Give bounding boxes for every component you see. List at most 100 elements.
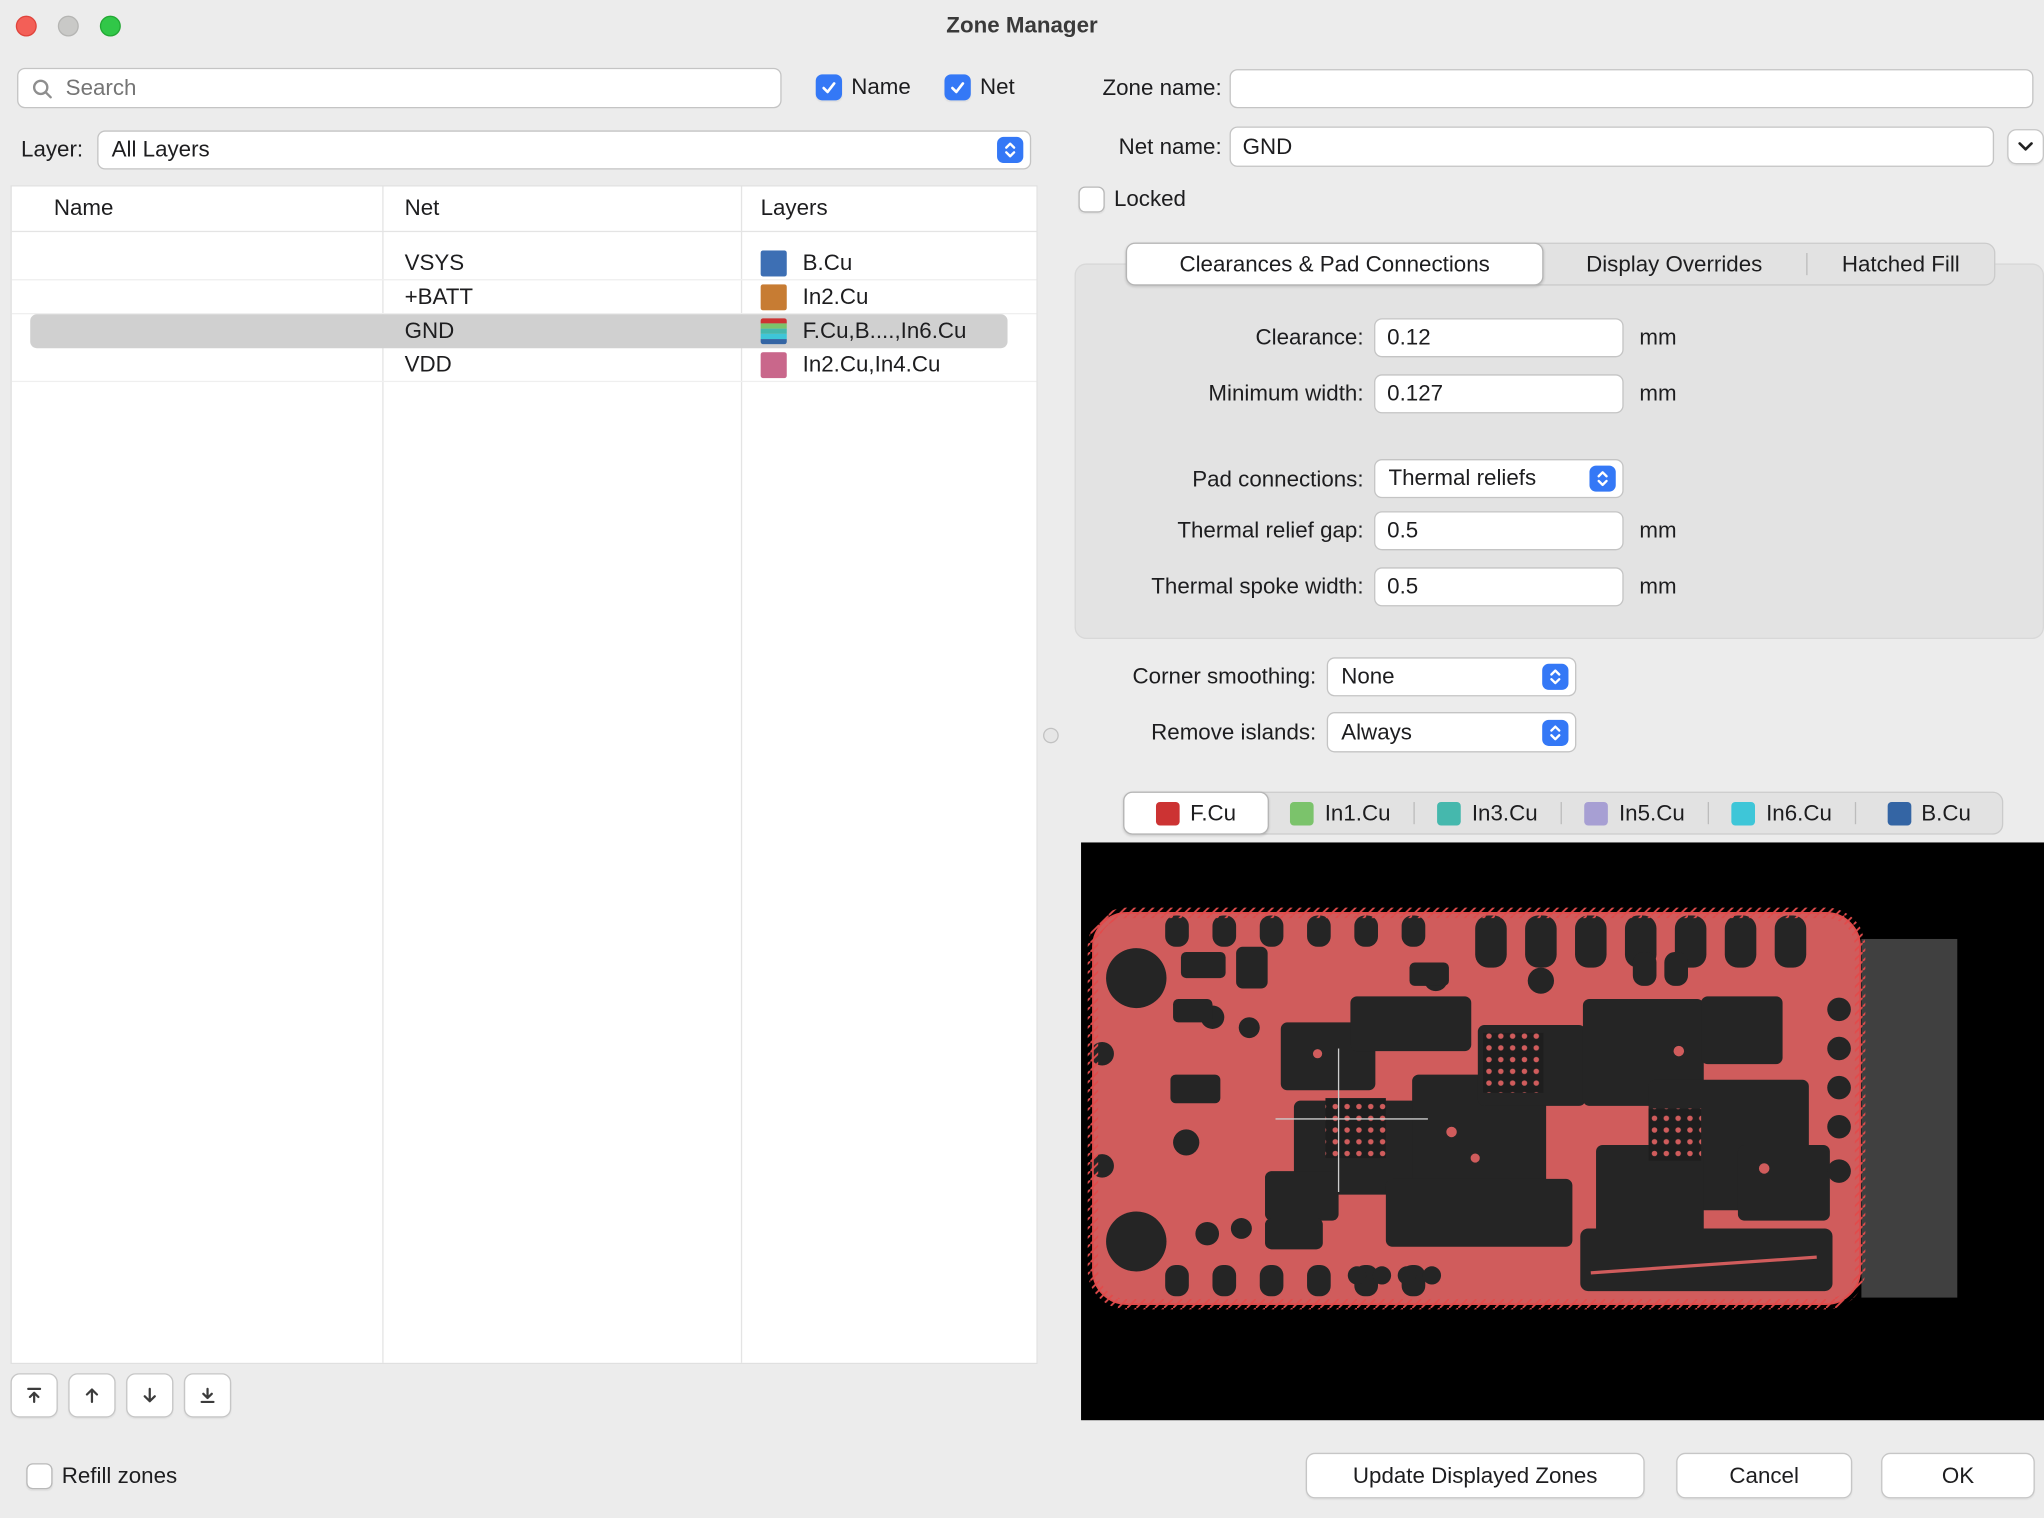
layer-tab-in3cu[interactable]: In3.Cu xyxy=(1415,793,1561,833)
refill-zones-label: Refill zones xyxy=(62,1463,177,1489)
up-down-chevrons-icon xyxy=(1542,719,1568,745)
zone-manager-window: Zone Manager Name Net Layer: All Layers xyxy=(0,0,2044,1518)
layer-color-swatch xyxy=(1156,801,1180,824)
title-bar: Zone Manager xyxy=(0,0,2044,52)
up-down-chevrons-icon xyxy=(1542,664,1568,690)
corner-smoothing-select[interactable]: None xyxy=(1327,657,1577,696)
layer-tab-label: In6.Cu xyxy=(1766,800,1832,826)
layer-tab-label: B.Cu xyxy=(1921,800,1971,826)
layer-tab-in5cu[interactable]: In5.Cu xyxy=(1562,793,1708,833)
layer-tab-in1cu[interactable]: In1.Cu xyxy=(1268,793,1414,833)
layer-tab-fcu[interactable]: F.Cu xyxy=(1123,792,1269,835)
refill-zones-checkbox[interactable]: Refill zones xyxy=(26,1463,177,1489)
zone-name-label: Zone name: xyxy=(1025,76,1222,102)
clearance-input[interactable] xyxy=(1374,318,1624,357)
minimum-width-unit: mm xyxy=(1639,381,1676,407)
clearance-label: Clearance: xyxy=(1090,325,1363,351)
search-icon xyxy=(30,77,54,100)
move-to-bottom-icon xyxy=(197,1385,218,1406)
splitter-handle[interactable] xyxy=(1043,728,1059,744)
table-row-selected[interactable]: GND F.Cu,B....,In6.Cu xyxy=(12,314,1037,348)
net-cell: VDD xyxy=(405,348,452,382)
zone-preview-canvas[interactable] xyxy=(1081,842,2044,1420)
checkbox-checked-icon xyxy=(944,74,970,100)
window-title: Zone Manager xyxy=(0,13,2044,39)
zones-table: Name Net Layers VSYS B.Cu +BATT In2.Cu G… xyxy=(11,185,1038,1364)
net-name-input[interactable] xyxy=(1230,126,1995,166)
settings-tabbar: Clearances & Pad Connections Display Ove… xyxy=(1126,243,1996,286)
net-cell: VSYS xyxy=(405,246,465,280)
table-row[interactable]: +BATT In2.Cu xyxy=(12,280,1037,314)
tab-clearances-pad-connections[interactable]: Clearances & Pad Connections xyxy=(1126,243,1544,286)
header-divider xyxy=(12,231,1037,232)
layer-filter-select[interactable]: All Layers xyxy=(97,130,1031,169)
checkbox-unchecked-icon xyxy=(26,1463,52,1489)
layer-color-swatch xyxy=(1887,801,1911,824)
layer-tab-label: F.Cu xyxy=(1190,800,1236,826)
net-cell: +BATT xyxy=(405,280,473,314)
remove-islands-value: Always xyxy=(1341,719,1412,745)
column-header-name[interactable]: Name xyxy=(54,186,114,230)
checkbox-checked-icon xyxy=(816,74,842,100)
corner-smoothing-value: None xyxy=(1341,664,1394,690)
layer-tab-label: In1.Cu xyxy=(1325,800,1391,826)
cancel-button[interactable]: Cancel xyxy=(1676,1453,1852,1499)
remove-islands-label: Remove islands: xyxy=(1038,720,1316,746)
clearance-unit: mm xyxy=(1639,325,1676,351)
locked-label: Locked xyxy=(1114,186,1186,212)
net-filter-label: Net xyxy=(980,74,1015,100)
ok-button[interactable]: OK xyxy=(1881,1453,2035,1499)
locked-checkbox[interactable]: Locked xyxy=(1078,186,1185,212)
net-filter-checkbox[interactable]: Net xyxy=(944,74,1014,100)
remove-islands-select[interactable]: Always xyxy=(1327,712,1577,752)
zone-name-input[interactable] xyxy=(1230,69,2034,108)
layer-tab-in6cu[interactable]: In6.Cu xyxy=(1709,793,1855,833)
layer-color-swatch xyxy=(1732,801,1756,824)
layers-cell: In2.Cu xyxy=(803,280,869,314)
layer-color-swatch xyxy=(761,318,787,344)
table-row[interactable]: VDD In2.Cu,In4.Cu xyxy=(12,348,1037,382)
net-name-dropdown-button[interactable] xyxy=(2007,129,2044,164)
table-row[interactable]: VSYS B.Cu xyxy=(12,246,1037,280)
thermal-spoke-width-unit: mm xyxy=(1639,574,1676,600)
name-filter-checkbox[interactable]: Name xyxy=(816,74,911,100)
thermal-spoke-width-label: Thermal spoke width: xyxy=(1090,574,1363,600)
up-down-chevrons-icon xyxy=(1589,466,1615,492)
layers-cell: B.Cu xyxy=(803,246,853,280)
layer-color-swatch xyxy=(1438,801,1462,824)
move-down-button[interactable] xyxy=(126,1373,173,1417)
move-to-top-icon xyxy=(24,1385,45,1406)
move-to-top-button[interactable] xyxy=(11,1373,58,1417)
net-name-label: Net name: xyxy=(1025,134,1222,160)
layers-cell: F.Cu,B....,In6.Cu xyxy=(803,314,967,348)
move-up-icon xyxy=(81,1385,102,1406)
minimum-width-input[interactable] xyxy=(1374,374,1624,413)
column-header-layers[interactable]: Layers xyxy=(761,186,828,230)
thermal-relief-gap-input[interactable] xyxy=(1374,511,1624,550)
pad-connections-value: Thermal reliefs xyxy=(1388,466,1536,492)
search-input[interactable] xyxy=(17,68,782,108)
layer-tab-bcu[interactable]: B.Cu xyxy=(1856,793,2002,833)
name-filter-label: Name xyxy=(851,74,911,100)
layer-filter-value: All Layers xyxy=(112,137,210,163)
pad-connections-select[interactable]: Thermal reliefs xyxy=(1374,459,1624,498)
layer-color-swatch xyxy=(761,250,787,276)
layer-color-swatch xyxy=(761,352,787,378)
update-displayed-zones-button[interactable]: Update Displayed Zones xyxy=(1306,1453,1645,1499)
layer-tab-label: In5.Cu xyxy=(1619,800,1685,826)
tab-display-overrides[interactable]: Display Overrides xyxy=(1542,244,1806,284)
thermal-relief-gap-unit: mm xyxy=(1639,518,1676,544)
tab-hatched-fill[interactable]: Hatched Fill xyxy=(1808,244,1995,284)
move-up-button[interactable] xyxy=(68,1373,115,1417)
checkbox-unchecked-icon xyxy=(1078,186,1104,212)
layer-tab-label: In3.Cu xyxy=(1472,800,1538,826)
column-header-net[interactable]: Net xyxy=(405,186,440,230)
chevron-down-icon xyxy=(2016,141,2034,153)
move-to-bottom-button[interactable] xyxy=(184,1373,231,1417)
thermal-spoke-width-input[interactable] xyxy=(1374,567,1624,606)
pcb-preview-image xyxy=(1081,842,2044,1420)
layer-color-swatch xyxy=(761,284,787,310)
up-down-chevrons-icon xyxy=(997,137,1023,163)
layer-color-swatch xyxy=(1291,801,1315,824)
layer-filter-label: Layer: xyxy=(21,137,83,163)
